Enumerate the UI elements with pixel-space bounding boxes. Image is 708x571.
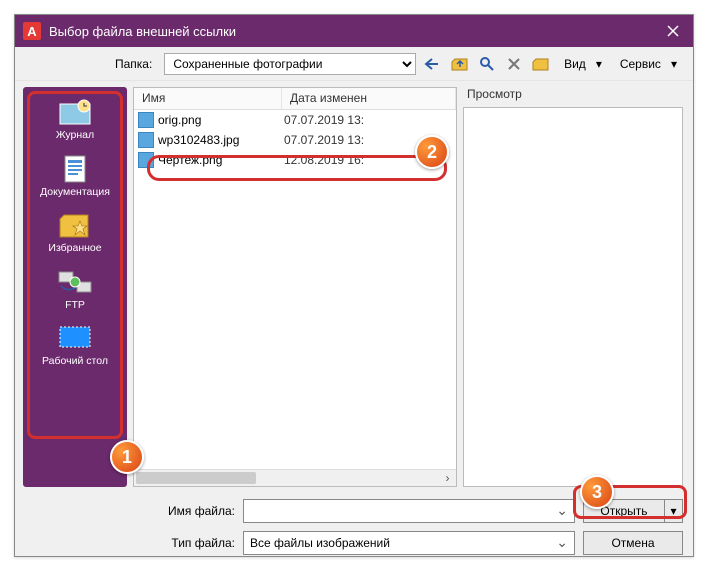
- sidebar-item-desktop[interactable]: Рабочий стол: [27, 323, 123, 368]
- window-title: Выбор файла внешней ссылки: [49, 24, 653, 39]
- back-button[interactable]: [422, 53, 443, 75]
- filetype-label: Тип файла:: [155, 536, 235, 550]
- file-row[interactable]: orig.png 07.07.2019 13:: [134, 110, 456, 130]
- preview-box: [463, 107, 683, 487]
- delete-button[interactable]: [504, 53, 525, 75]
- view-menu[interactable]: Вид▾: [558, 53, 608, 75]
- sidebar-item-favorites[interactable]: Избранное: [27, 210, 123, 255]
- folder-label: Папка:: [115, 57, 152, 71]
- scrollbar-thumb[interactable]: [136, 472, 256, 484]
- desktop-icon: [57, 323, 93, 353]
- file-name-cell: wp3102483.jpg: [158, 133, 284, 147]
- sidebar-item-label: Документация: [40, 187, 110, 199]
- app-icon: A: [23, 22, 41, 40]
- search-button[interactable]: [476, 53, 497, 75]
- sidebar-item-label: FTP: [65, 300, 85, 312]
- new-folder-button[interactable]: [531, 53, 552, 75]
- titlebar: A Выбор файла внешней ссылки: [15, 15, 693, 47]
- sidebar-item-label: Рабочий стол: [42, 356, 108, 368]
- ftp-icon: [57, 267, 93, 297]
- preview-panel: Просмотр: [463, 87, 683, 487]
- column-header-name[interactable]: Имя: [134, 88, 282, 109]
- sidebar-item-history[interactable]: Журнал: [27, 97, 123, 142]
- filetype-select[interactable]: Все файлы изображений: [243, 531, 575, 555]
- sidebar-item-ftp[interactable]: FTP: [27, 267, 123, 312]
- scroll-right-button[interactable]: ›: [439, 470, 456, 487]
- tools-menu[interactable]: Сервис▾: [614, 53, 683, 75]
- horizontal-scrollbar[interactable]: ›: [134, 469, 456, 486]
- document-icon: [57, 154, 93, 184]
- file-name-cell: orig.png: [158, 113, 284, 127]
- filename-input[interactable]: [243, 499, 575, 523]
- image-file-icon: [138, 152, 154, 168]
- image-file-icon: [138, 132, 154, 148]
- file-date-cell: 07.07.2019 13:: [284, 133, 364, 147]
- history-icon: [57, 97, 93, 127]
- file-name-cell: Чертеж.png: [158, 153, 284, 167]
- sidebar-item-docs[interactable]: Документация: [27, 154, 123, 199]
- file-row[interactable]: wp3102483.jpg 07.07.2019 13:: [134, 130, 456, 150]
- file-row[interactable]: Чертеж.png 12.08.2019 16:: [134, 150, 456, 170]
- toolbar: Папка: Сохраненные фотографии Вид▾ Серви…: [15, 47, 693, 81]
- image-file-icon: [138, 112, 154, 128]
- annotation-badge: 1: [110, 440, 144, 474]
- file-date-cell: 07.07.2019 13:: [284, 113, 364, 127]
- up-folder-button[interactable]: [449, 53, 470, 75]
- filename-label: Имя файла:: [155, 504, 235, 518]
- annotation-badge: 3: [580, 475, 614, 509]
- sidebar-item-label: Избранное: [48, 243, 101, 255]
- favorites-icon: [57, 210, 93, 240]
- folder-select[interactable]: Сохраненные фотографии: [164, 53, 415, 75]
- file-list: Имя Дата изменен orig.png 07.07.2019 13:…: [133, 87, 457, 487]
- sidebar-item-label: Журнал: [56, 130, 94, 142]
- places-sidebar: Журнал Документация Избранное FTP Рабочи…: [23, 87, 127, 487]
- cancel-button[interactable]: Отмена: [583, 531, 683, 555]
- file-list-header: Имя Дата изменен: [134, 88, 456, 110]
- preview-label: Просмотр: [463, 87, 683, 107]
- close-button[interactable]: [653, 15, 693, 47]
- annotation-badge: 2: [415, 135, 449, 169]
- column-header-date[interactable]: Дата изменен: [282, 88, 456, 109]
- open-split-button[interactable]: ▾: [665, 499, 683, 523]
- file-date-cell: 12.08.2019 16:: [284, 153, 364, 167]
